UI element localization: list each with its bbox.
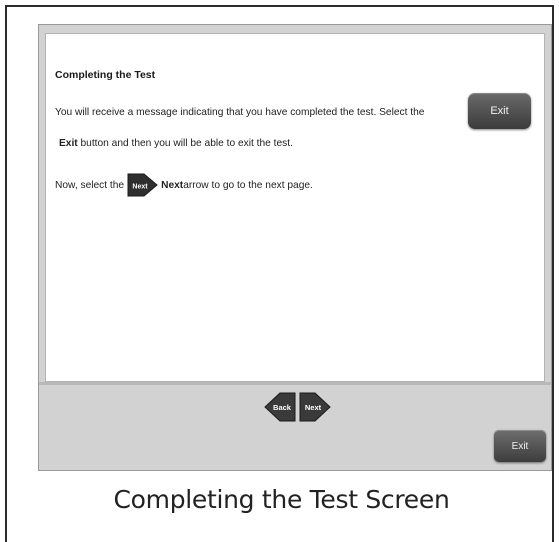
next-keyword: Next — [161, 179, 184, 191]
figure-frame: Completing the Test You will receive a m… — [5, 5, 554, 542]
instruction-line-1: You will receive a message indicating th… — [55, 107, 424, 118]
panel-divider — [39, 382, 551, 385]
figure-caption: Completing the Test Screen — [113, 485, 450, 514]
next-button[interactable]: Next — [299, 391, 331, 423]
exit-button[interactable]: Exit — [494, 430, 546, 462]
back-button[interactable]: Back — [264, 391, 296, 423]
instruction-text-3-prefix: Now, select the — [55, 179, 125, 191]
next-arrow-icon: Next — [127, 172, 158, 198]
instruction-line-2: Exit button and then you will be able to… — [59, 138, 293, 149]
next-button-label: Next — [305, 403, 322, 412]
content-panel: Completing the Test You will receive a m… — [45, 33, 545, 382]
instruction-line-3: Now, select the Next Next arrow to go to… — [55, 172, 313, 198]
test-window: Completing the Test You will receive a m… — [38, 24, 552, 471]
instruction-text-1: You will receive a message indicating th… — [55, 107, 425, 118]
exit-illustration-label: Exit — [490, 105, 509, 117]
page-title: Completing the Test — [55, 69, 156, 81]
instruction-text-2: button and then you will be able to exit… — [77, 138, 293, 149]
next-arrow-icon-label: Next — [133, 184, 149, 191]
exit-button-illustration: Exit — [468, 93, 531, 129]
exit-button-label: Exit — [511, 440, 529, 452]
back-button-label: Back — [273, 403, 292, 412]
instruction-text-3-suffix: arrow to go to the next page. — [183, 179, 313, 191]
exit-keyword: Exit — [59, 138, 78, 149]
